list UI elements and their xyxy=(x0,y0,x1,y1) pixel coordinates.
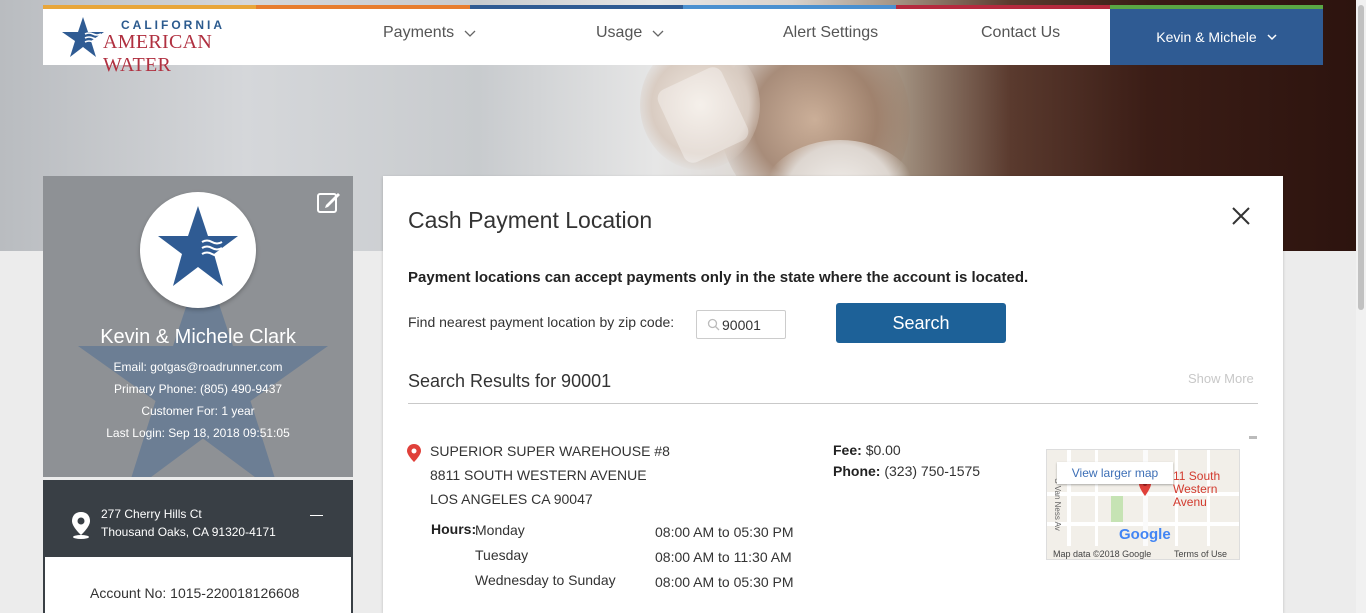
location-name: SUPERIOR SUPER WAREHOUSE #8 xyxy=(430,443,670,459)
user-menu[interactable]: Kevin & Michele xyxy=(1110,9,1323,65)
profile-phone: Primary Phone: (805) 490-9437 xyxy=(113,382,283,396)
logo-line1: CALIFORNIA xyxy=(121,18,225,32)
chevron-down-icon xyxy=(1267,34,1277,41)
company-logo[interactable]: CALIFORNIA AMERICAN WATER xyxy=(61,15,281,76)
zip-label: Find nearest payment location by zip cod… xyxy=(408,314,675,330)
nav-contact-us[interactable]: Contact Us xyxy=(981,24,1060,42)
map-data-credit: Map data ©2018 Google xyxy=(1053,549,1152,559)
state-notice: Payment locations can accept payments on… xyxy=(408,269,1029,286)
divider xyxy=(408,403,1258,404)
hours-day: Monday xyxy=(475,522,525,538)
location-phone: Phone: (323) 750-1575 xyxy=(833,463,980,479)
profile-name: Kevin & Michele Clark xyxy=(100,326,296,348)
profile-last-login: Last Login: Sep 18, 2018 09:51:05 xyxy=(106,426,290,440)
location-fee: Fee: $0.00 xyxy=(833,442,901,458)
show-more-link[interactable]: Show More xyxy=(1188,371,1254,386)
profile-email: Email: gotgas@roadrunner.com xyxy=(113,360,283,374)
fee-value: $0.00 xyxy=(865,442,901,458)
search-icon xyxy=(707,318,720,331)
fee-label: Fee: xyxy=(833,442,862,458)
hours-time: 08:00 AM to 05:30 PM xyxy=(655,524,794,540)
address-line1: 277 Cherry Hills Ct xyxy=(101,507,202,521)
location-map[interactable]: S Van Ness Av View larger map 11 South W… xyxy=(1046,449,1240,560)
top-navigation: CALIFORNIA AMERICAN WATER Payments Usage… xyxy=(43,5,1323,76)
edit-profile-icon[interactable] xyxy=(316,189,342,215)
phone-value: (323) 750-1575 xyxy=(884,463,981,479)
close-icon[interactable] xyxy=(1231,206,1251,226)
hours-time: 08:00 AM to 05:30 PM xyxy=(655,574,794,590)
nav-contact-us-label: Contact Us xyxy=(981,24,1061,41)
hours-label: Hours: xyxy=(431,521,477,537)
map-terms-link[interactable]: Terms of Use xyxy=(1174,549,1227,559)
map-marker-icon xyxy=(407,444,421,462)
nav-payments[interactable]: Payments xyxy=(383,24,476,42)
hours-day: Tuesday xyxy=(475,547,529,563)
avatar xyxy=(140,192,256,308)
google-logo: Google xyxy=(1119,526,1171,543)
account-number: Account No: 1015-220018126608 xyxy=(90,585,300,601)
phone-label: Phone: xyxy=(833,463,881,479)
user-menu-label: Kevin & Michele xyxy=(1156,29,1257,45)
service-address-panel: 277 Cherry Hills Ct Thousand Oaks, CA 91… xyxy=(43,480,353,557)
scrollbar-thumb[interactable] xyxy=(1358,5,1364,310)
nav-usage-label: Usage xyxy=(596,24,643,41)
nav-alert-settings[interactable]: Alert Settings xyxy=(783,24,878,42)
search-button[interactable]: Search xyxy=(836,303,1006,343)
collapse-icon[interactable] xyxy=(310,515,323,516)
hours-time: 08:00 AM to 11:30 AM xyxy=(655,549,792,565)
address-line2: Thousand Oaks, CA 91320-4171 xyxy=(101,525,276,539)
results-title: Search Results for 90001 xyxy=(408,371,612,391)
cash-payment-location-modal: Cash Payment Location Payment locations … xyxy=(383,176,1283,613)
location-city: LOS ANGELES CA 90047 xyxy=(430,491,593,507)
profile-card: Kevin & Michele Clark Email: gotgas@road… xyxy=(43,176,353,477)
hours-day: Wednesday to Sunday xyxy=(475,572,616,588)
map-place-line2: Western Avenu xyxy=(1173,482,1218,509)
location-pin-icon xyxy=(72,512,90,539)
nav-payments-label: Payments xyxy=(383,24,455,41)
map-place-label: 11 South Western Avenu xyxy=(1173,470,1239,509)
nav-alert-settings-label: Alert Settings xyxy=(783,24,879,41)
modal-title: Cash Payment Location xyxy=(408,207,653,233)
results-scroll-indicator xyxy=(1249,436,1257,439)
account-number-panel: Account No: 1015-220018126608 xyxy=(43,557,353,613)
nav-usage[interactable]: Usage xyxy=(596,24,664,42)
location-street: 8811 SOUTH WESTERN AVENUE xyxy=(430,467,647,483)
chevron-down-icon xyxy=(652,30,664,37)
google-logo-text: Google xyxy=(1119,526,1171,543)
profile-customer-for: Customer For: 1 year xyxy=(141,404,255,418)
page-scrollbar[interactable] xyxy=(1356,0,1366,613)
view-larger-map-button[interactable]: View larger map xyxy=(1057,462,1173,484)
star-avatar-icon xyxy=(158,206,238,286)
logo-line2: AMERICAN WATER xyxy=(103,31,213,76)
map-street-label: S Van Ness Av xyxy=(1052,478,1062,531)
star-logo-icon xyxy=(62,17,104,57)
map-footer: Map data ©2018 Google Terms of Use xyxy=(1047,546,1239,559)
chevron-down-icon xyxy=(464,30,476,37)
